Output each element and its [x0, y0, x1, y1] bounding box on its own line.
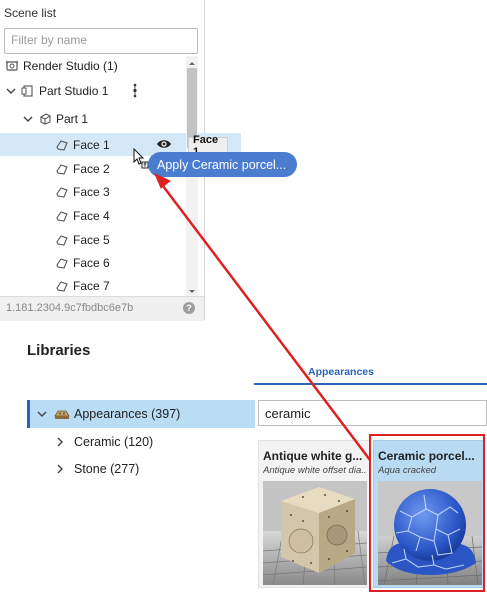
card-title: Antique white g...	[263, 449, 363, 463]
face-icon	[55, 185, 69, 199]
filter-field[interactable]	[4, 28, 198, 54]
chevron-down-icon[interactable]	[22, 113, 34, 125]
tree-item-label: Face 4	[73, 208, 110, 223]
tree-item-part[interactable]: Part 1	[0, 107, 208, 130]
library-search-input[interactable]	[259, 401, 487, 425]
library-item-appearances[interactable]: Appearances (397)	[27, 400, 255, 428]
library-tree: Appearances (397) Ceramic (120) Stone (2…	[27, 398, 255, 488]
scroll-up-icon[interactable]	[187, 57, 197, 66]
appearance-thumbnail	[262, 481, 368, 586]
tree-item-face-7[interactable]: Face 7	[0, 274, 241, 297]
tree-item-render-studio[interactable]: Render Studio (1)	[0, 54, 191, 77]
part-studio-icon	[21, 84, 35, 98]
tree-item-label: Render Studio (1)	[23, 58, 118, 73]
tree-item-label: Part 1	[56, 111, 89, 126]
library-item-label: Ceramic (120)	[74, 435, 154, 449]
tree-item-face-4[interactable]: Face 4	[0, 204, 241, 227]
tree-item-face-5[interactable]: Face 5	[0, 228, 241, 251]
visibility-eye-icon[interactable]	[156, 138, 172, 153]
tab-appearances[interactable]: Appearances	[300, 366, 382, 378]
face-icon	[55, 138, 69, 152]
scene-list-title: Scene list	[4, 6, 57, 20]
library-search-field[interactable]	[258, 400, 487, 426]
tree-item-label: Part Studio 1	[39, 83, 109, 98]
face-icon	[55, 209, 69, 223]
tree-item-label: Face 3	[73, 184, 110, 199]
chevron-right-icon[interactable]	[54, 436, 66, 448]
part-icon	[38, 112, 52, 126]
face-icon	[55, 162, 69, 176]
version-bar: 1.181.2304.9c7fbdbc6e7b ?	[0, 296, 204, 321]
render-studio-icon	[5, 59, 19, 73]
more-options-icon[interactable]	[132, 83, 138, 101]
card-subtitle: Antique white offset dia...	[263, 465, 367, 476]
tree-item-part-studio[interactable]: Part Studio 1	[0, 79, 191, 102]
tree-item-label: Face 7	[73, 278, 110, 293]
tree-item-label: Face 2	[73, 161, 110, 176]
appearances-library-icon	[54, 407, 70, 421]
tree-item-face-6[interactable]: Face 6	[0, 251, 241, 274]
chevron-down-icon[interactable]	[36, 408, 48, 420]
face-icon	[55, 256, 69, 270]
scroll-down-icon[interactable]	[187, 285, 197, 294]
filter-input[interactable]	[5, 29, 197, 51]
appearance-card-antique-white[interactable]: Antique white g... Antique white offset …	[258, 440, 370, 588]
tree-item-label: Face 5	[73, 232, 110, 247]
face-icon	[55, 279, 69, 293]
chevron-down-icon[interactable]	[5, 85, 17, 97]
help-icon[interactable]: ?	[183, 302, 195, 314]
libraries-title: Libraries	[27, 342, 91, 359]
library-item-label: Stone (277)	[74, 462, 140, 476]
face-icon	[55, 233, 69, 247]
tab-underline	[254, 383, 487, 385]
version-text: 1.181.2304.9c7fbdbc6e7b	[6, 302, 134, 314]
annotation-highlight-box	[369, 434, 485, 592]
chevron-right-icon[interactable]	[54, 463, 66, 475]
tree-item-face-3[interactable]: Face 3	[0, 180, 241, 203]
tree-item-label: Face 1	[73, 137, 110, 152]
library-item-stone[interactable]: Stone (277)	[27, 455, 282, 483]
drag-apply-pill: Apply Ceramic porcel...	[148, 152, 297, 177]
tree-item-label: Face 6	[73, 255, 110, 270]
library-item-ceramic[interactable]: Ceramic (120)	[27, 428, 282, 456]
library-item-label: Appearances (397)	[74, 407, 181, 421]
